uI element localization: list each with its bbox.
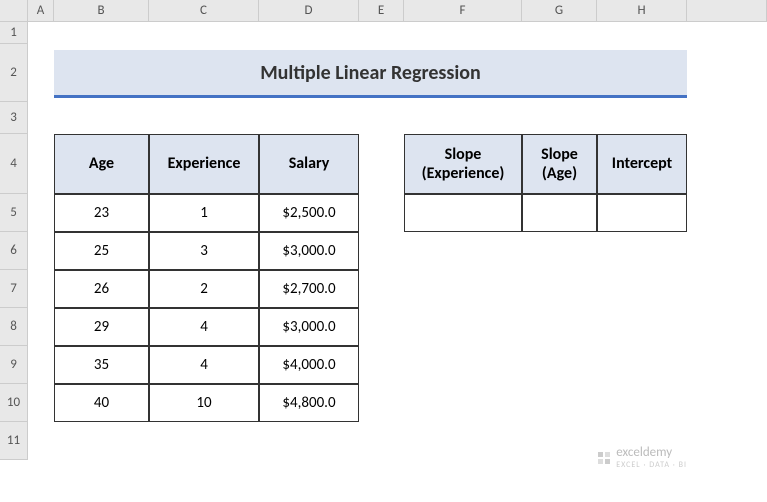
cell-age[interactable]: 35 xyxy=(54,346,149,384)
row-header-7[interactable]: 7 xyxy=(0,270,28,308)
col-header-C[interactable]: C xyxy=(149,0,259,22)
header-experience[interactable]: Experience xyxy=(149,134,259,194)
cell-age[interactable]: 25 xyxy=(54,232,149,270)
row-header-3[interactable]: 3 xyxy=(0,102,28,134)
row-header-1[interactable]: 1 xyxy=(0,22,28,44)
col-header-D[interactable]: D xyxy=(259,0,359,22)
cell-salary[interactable]: $4,800.0 xyxy=(259,384,359,422)
row-header-2[interactable]: 2 xyxy=(0,44,28,102)
cell-intercept[interactable] xyxy=(597,194,687,232)
cell-salary[interactable]: $3,000.0 xyxy=(259,232,359,270)
row-header-10[interactable]: 10 xyxy=(0,384,28,422)
header-salary[interactable]: Salary xyxy=(259,134,359,194)
cell-age[interactable]: 40 xyxy=(54,384,149,422)
cell-experience[interactable]: 1 xyxy=(149,194,259,232)
spreadsheet-grid: A B C D E F G H 1 2 Multiple Linear Regr… xyxy=(0,0,767,460)
row-header-5[interactable]: 5 xyxy=(0,194,28,232)
row-header-8[interactable]: 8 xyxy=(0,308,28,346)
cell-experience[interactable]: 10 xyxy=(149,384,259,422)
watermark-brand: exceldemy xyxy=(616,445,672,460)
cell-slope-exp[interactable] xyxy=(404,194,522,232)
watermark: exceldemy EXCEL · DATA · BI xyxy=(596,445,687,470)
watermark-tagline: EXCEL · DATA · BI xyxy=(616,460,687,470)
logo-icon xyxy=(596,450,612,466)
col-header-E[interactable]: E xyxy=(359,0,404,22)
cell-slope-age[interactable] xyxy=(522,194,597,232)
col-header-G[interactable]: G xyxy=(522,0,597,22)
col-header-A[interactable]: A xyxy=(28,0,54,22)
row-header-11[interactable]: 11 xyxy=(0,422,28,460)
cell-age[interactable]: 29 xyxy=(54,308,149,346)
row-header-6[interactable]: 6 xyxy=(0,232,28,270)
cell-salary[interactable]: $2,700.0 xyxy=(259,270,359,308)
cell-experience[interactable]: 3 xyxy=(149,232,259,270)
cell-salary[interactable]: $3,000.0 xyxy=(259,308,359,346)
col-header-B[interactable]: B xyxy=(54,0,149,22)
cell-experience[interactable]: 2 xyxy=(149,270,259,308)
row-header-4[interactable]: 4 xyxy=(0,134,28,194)
row-header-9[interactable]: 9 xyxy=(0,346,28,384)
col-header-F[interactable]: F xyxy=(404,0,522,22)
cell-salary[interactable]: $4,000.0 xyxy=(259,346,359,384)
cell-salary[interactable]: $2,500.0 xyxy=(259,194,359,232)
header-intercept[interactable]: Intercept xyxy=(597,134,687,194)
header-slope-age[interactable]: Slope (Age) xyxy=(522,134,597,194)
cell-age[interactable]: 26 xyxy=(54,270,149,308)
header-age[interactable]: Age xyxy=(54,134,149,194)
col-header-extra[interactable] xyxy=(687,0,767,22)
select-all-corner[interactable] xyxy=(0,0,28,22)
cell-experience[interactable]: 4 xyxy=(149,346,259,384)
page-title: Multiple Linear Regression xyxy=(54,50,687,98)
cell-age[interactable]: 23 xyxy=(54,194,149,232)
cell-experience[interactable]: 4 xyxy=(149,308,259,346)
col-header-H[interactable]: H xyxy=(597,0,687,22)
header-slope-exp[interactable]: Slope (Experience) xyxy=(404,134,522,194)
